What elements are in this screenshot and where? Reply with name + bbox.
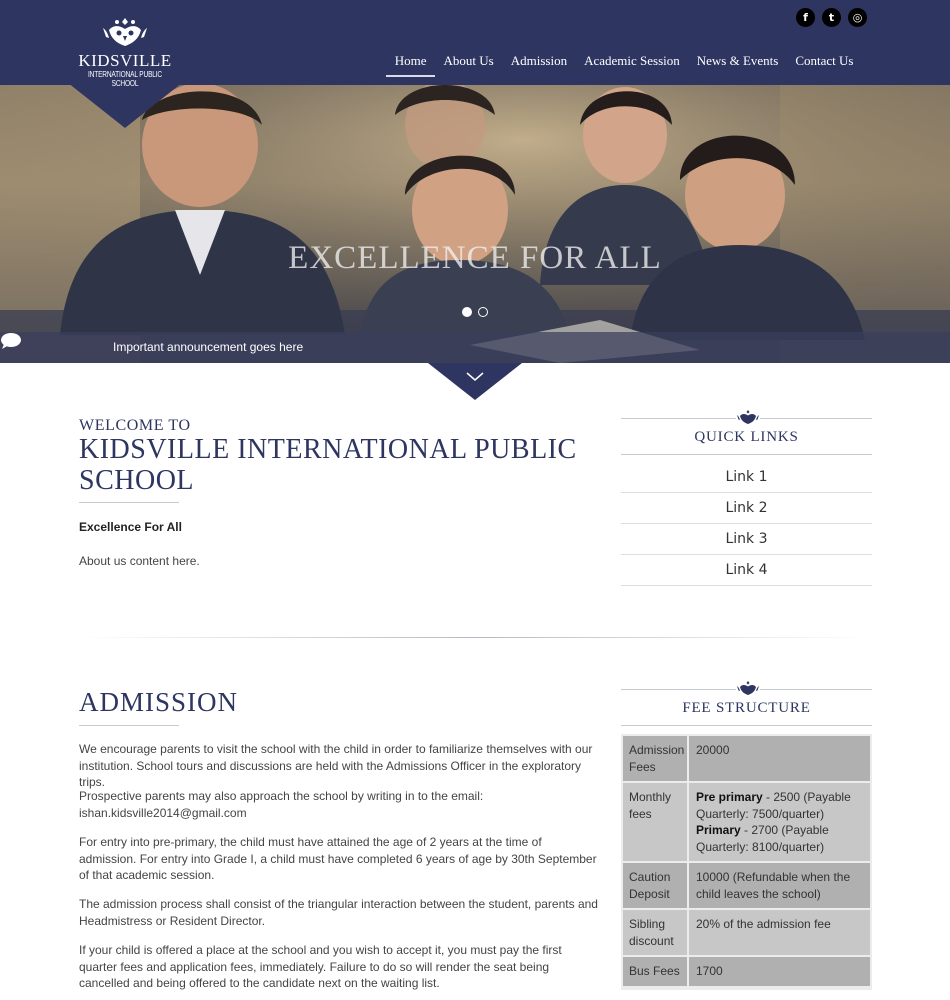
admission-paragraph-2: Prospective parents may also approach th… — [79, 789, 484, 820]
table-row: Bus Fees 1700 — [623, 957, 870, 986]
nav-news-events[interactable]: News & Events — [688, 53, 787, 77]
crest-icon — [736, 680, 760, 697]
admission-paragraph-4: The admission process shall consist of t… — [79, 897, 598, 928]
fee-heading: FEE STRUCTURE — [682, 700, 811, 716]
brand-name: KIDSVILLE — [78, 51, 172, 70]
fee-value: 20% of the admission fee — [689, 910, 870, 955]
table-row: Caution Deposit 10000 (Refundable when t… — [623, 863, 870, 908]
quick-link-2[interactable]: Link 2 — [621, 493, 872, 524]
slider-dot-2[interactable] — [478, 307, 488, 317]
quick-links-bottom-rule — [621, 454, 872, 455]
nav-about-us[interactable]: About Us — [435, 53, 502, 77]
table-row: Admission Fees 20000 — [623, 736, 870, 781]
fee-bottom-rule — [621, 725, 872, 726]
primary-label: Primary — [696, 823, 741, 837]
hero-photo — [0, 85, 950, 363]
quick-link-1[interactable]: Link 1 — [621, 462, 872, 493]
fee-label: Bus Fees — [623, 957, 687, 986]
slider-dots — [462, 307, 488, 317]
fee-table: Admission Fees 20000 Monthly fees Pre pr… — [621, 734, 872, 990]
nav-home[interactable]: Home — [386, 53, 436, 77]
quick-link-3[interactable]: Link 3 — [621, 524, 872, 555]
section-divider — [80, 637, 870, 638]
nav-admission[interactable]: Admission — [502, 53, 575, 77]
welcome-pre: WELCOME TO — [79, 417, 191, 434]
chevron-down-icon — [466, 372, 484, 381]
admission-underline — [79, 725, 179, 726]
social-links: f t ◎ — [796, 8, 867, 27]
admission-paragraph-1: We encourage parents to visit the school… — [79, 742, 593, 789]
announcement-bar: Important announcement goes here — [0, 332, 950, 363]
fee-value: Pre primary - 2500 (Payable Quarterly: 7… — [689, 783, 870, 861]
speech-bubble-icon — [1, 333, 21, 349]
fee-label: Caution Deposit — [623, 863, 687, 908]
admission-paragraph-5: If your child is offered a place at the … — [79, 943, 562, 990]
brand-subtitle: INTERNATIONAL PUBLIC SCHOOL — [87, 70, 163, 88]
facebook-icon[interactable]: f — [796, 8, 815, 27]
fee-value: 20000 — [689, 736, 870, 781]
fee-value: 1700 — [689, 957, 870, 986]
fee-label: Admission Fees — [623, 736, 687, 781]
fee-label: Monthly fees — [623, 783, 687, 861]
main-nav: Home About Us Admission Academic Session… — [386, 53, 862, 77]
slider-dot-1[interactable] — [462, 307, 472, 317]
pre-primary-label: Pre primary — [696, 790, 763, 804]
hero-headline: EXCELLENCE FOR ALL — [288, 240, 662, 276]
title-underline — [79, 502, 179, 503]
admission-title: ADMISSION — [79, 687, 239, 717]
table-row: Sibling discount 20% of the admission fe… — [623, 910, 870, 955]
about-text: About us content here. — [79, 554, 200, 568]
hero-slider: EXCELLENCE FOR ALL Important announcemen… — [0, 85, 950, 363]
twitter-icon[interactable]: t — [822, 8, 841, 27]
fee-label: Sibling discount — [623, 910, 687, 955]
quick-links-heading: QUICK LINKS — [694, 429, 799, 445]
nav-contact-us[interactable]: Contact Us — [787, 53, 862, 77]
admission-paragraph-3: For entry into pre-primary, the child mu… — [79, 835, 597, 882]
crest-icon — [736, 409, 760, 426]
quick-link-4[interactable]: Link 4 — [621, 555, 872, 586]
announcement-text[interactable]: Important announcement goes here — [113, 340, 303, 354]
nav-academic-session[interactable]: Academic Session — [576, 53, 689, 77]
motto: Excellence For All — [79, 520, 182, 534]
fee-value: 10000 (Refundable when the child leaves … — [689, 863, 870, 908]
instagram-icon[interactable]: ◎ — [848, 8, 867, 27]
table-row: Monthly fees Pre primary - 2500 (Payable… — [623, 783, 870, 861]
school-crest-icon — [103, 18, 147, 46]
welcome-title: KIDSVILLE INTERNATIONAL PUBLIC SCHOOL — [79, 434, 577, 496]
